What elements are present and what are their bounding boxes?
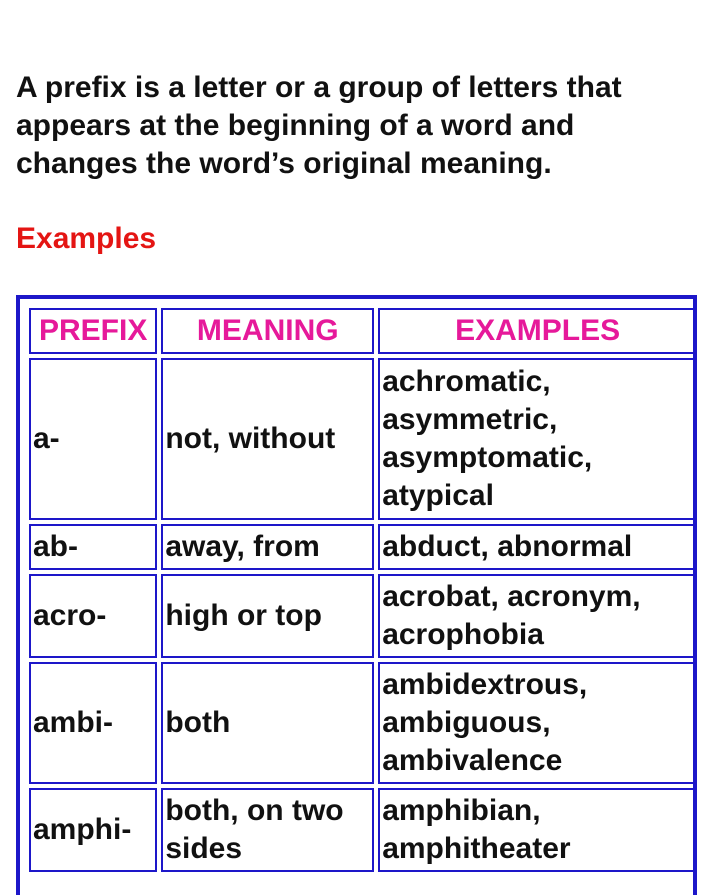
intro-line: appears at the beginning of a word and [16,109,575,142]
table-header-row: PREFIX MEANING EXAMPLES [29,308,697,354]
example-line: amphitheater [382,832,571,865]
meaning-line: not, without [165,422,336,455]
header-prefix: PREFIX [29,308,158,354]
meaning-line: both [165,706,231,739]
prefix-cell: acro- [29,574,158,658]
meaning-line: high or top [165,599,322,632]
prefix-cell: ab- [29,524,158,570]
prefix-cell: amphi- [29,788,158,872]
header-examples: EXAMPLES [378,308,697,354]
example-line: amphibian, [382,794,541,827]
meaning-line: away, from [165,530,320,563]
examples-cell: acrobat, acronym, acrophobia [378,574,697,658]
examples-cell: ambidextrous, ambiguous, ambivalence [378,662,697,784]
example-line: abduct, abnormal [382,530,633,563]
example-line: ambiguous, [382,706,551,739]
prefix-table: PREFIX MEANING EXAMPLES a- not, without … [25,304,701,876]
meaning-cell: away, from [161,524,375,570]
example-line: asymptomatic, [382,441,593,474]
meaning-cell: both, on two sides [161,788,375,872]
meaning-cell: not, without [161,358,375,520]
example-line: acrobat, acronym, [382,580,641,613]
intro-line: A prefix is a letter or a group of lette… [16,71,622,104]
example-line: ambidextrous, [382,668,588,701]
example-line: asymmetric, [382,403,558,436]
intro-paragraph: A prefix is a letter or a group of lette… [16,69,706,183]
example-line: acrophobia [382,618,544,651]
table-row: ambi- both ambidextrous, ambiguous, ambi… [29,662,697,784]
example-line: atypical [382,479,494,512]
meaning-cell: high or top [161,574,375,658]
example-line: ambivalence [382,744,563,777]
examples-cell: abduct, abnormal [378,524,697,570]
example-line: achromatic, [382,365,551,398]
table-row: amphi- both, on two sides amphibian, amp… [29,788,697,872]
intro-line: changes the word’s original meaning. [16,147,552,180]
examples-cell: achromatic, asymmetric, asymptomatic, at… [378,358,697,520]
prefix-cell: a- [29,358,158,520]
meaning-line: both, on two [165,794,344,827]
header-meaning: MEANING [161,308,375,354]
table-row: a- not, without achromatic, asymmetric, … [29,358,697,520]
examples-heading: Examples [16,222,157,255]
meaning-cell: both [161,662,375,784]
table-row: acro- high or top acrobat, acronym, acro… [29,574,697,658]
meaning-line: sides [165,832,243,865]
prefix-table-frame: PREFIX MEANING EXAMPLES a- not, without … [16,295,697,895]
prefix-cell: ambi- [29,662,158,784]
table-row: ab- away, from abduct, abnormal [29,524,697,570]
examples-cell: amphibian, amphitheater [378,788,697,872]
